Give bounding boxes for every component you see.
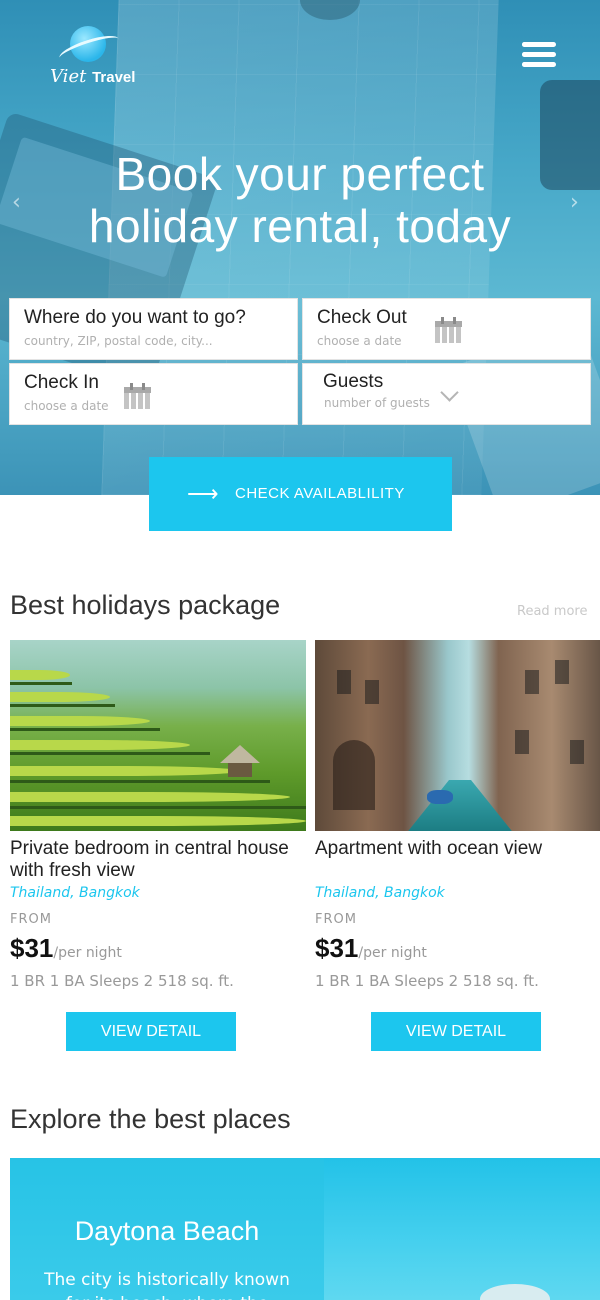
package-card: Apartment with ocean view Thailand, Bang… (315, 640, 600, 1060)
menu-line (522, 62, 556, 67)
package-title[interactable]: Private bedroom in central house with fr… (10, 838, 306, 882)
hamburger-menu-icon[interactable] (522, 42, 556, 70)
brand-logo[interactable]: Viet Travel (48, 24, 148, 94)
calendar-icon[interactable] (435, 317, 462, 343)
price-from-label: FROM (315, 912, 357, 927)
guests-placeholder: number of guests (324, 396, 430, 410)
check-in-label: Check In (24, 372, 99, 393)
destination-field[interactable]: Where do you want to go? country, ZIP, p… (9, 298, 298, 360)
place-description: The city is historically known for its b… (44, 1270, 290, 1300)
package-title[interactable]: Apartment with ocean view (315, 838, 600, 860)
slider-next-icon[interactable]: › (570, 190, 579, 215)
check-availability-label: CHECK AVAILABLILITY (235, 485, 405, 502)
check-in-placeholder: choose a date (24, 399, 109, 413)
rice-terrace-photo[interactable] (10, 640, 306, 831)
menu-line (522, 52, 556, 57)
price-amount: $31 (315, 933, 359, 963)
package-price: $31/per night (315, 933, 427, 964)
package-card: Private bedroom in central house with fr… (10, 640, 306, 1060)
explore-place-card[interactable]: Daytona Beach The city is historically k… (10, 1158, 600, 1300)
package-details: 1 BR 1 BA Sleeps 2 518 sq. ft. (10, 972, 234, 990)
slider-prev-icon[interactable]: ‹ (12, 190, 21, 215)
package-price: $31/per night (10, 933, 122, 964)
brand-name-script: Viet (50, 66, 87, 87)
place-info-panel: Daytona Beach The city is historically k… (10, 1158, 324, 1300)
venice-canal-photo[interactable] (315, 640, 600, 831)
view-detail-button[interactable]: VIEW DETAIL (371, 1012, 541, 1051)
brand-name: Viet Travel (50, 66, 135, 87)
guests-label: Guests (323, 371, 384, 392)
check-out-label: Check Out (317, 307, 407, 328)
hero-title-line1: Book your perfect (115, 148, 485, 200)
check-in-field[interactable]: Check In choose a date (9, 363, 298, 425)
destination-placeholder: country, ZIP, postal code, city... (24, 334, 213, 348)
check-availability-button[interactable]: ⟶ CHECK AVAILABLILITY (149, 457, 452, 531)
guests-select[interactable]: Guests number of guests (302, 363, 591, 425)
price-unit: /per night (358, 945, 427, 961)
package-location: Thailand, Bangkok (10, 885, 140, 901)
explore-heading: Explore the best places (10, 1104, 291, 1134)
calendar-icon[interactable] (124, 383, 151, 409)
packages-heading: Best holidays package (10, 590, 281, 620)
package-details: 1 BR 1 BA Sleeps 2 518 sq. ft. (315, 972, 539, 990)
package-location: Thailand, Bangkok (315, 885, 445, 901)
arrow-right-icon: ⟶ (187, 481, 220, 506)
menu-line (522, 42, 556, 47)
place-name: Daytona Beach (74, 1216, 260, 1246)
price-from-label: FROM (10, 912, 52, 927)
destination-label: Where do you want to go? (24, 307, 246, 328)
view-detail-button[interactable]: VIEW DETAIL (66, 1012, 236, 1051)
price-unit: /per night (53, 945, 122, 961)
hero-title: Book your perfect holiday rental, today (0, 148, 600, 252)
beach-photo (324, 1158, 600, 1300)
check-out-field[interactable]: Check Out choose a date (302, 298, 591, 360)
hero-title-line2: holiday rental, today (88, 200, 512, 252)
check-out-placeholder: choose a date (317, 334, 402, 348)
price-amount: $31 (10, 933, 54, 963)
brand-name-bold: Travel (92, 69, 136, 86)
chevron-down-icon[interactable] (440, 383, 459, 402)
read-more-link[interactable]: Read more (517, 604, 587, 619)
